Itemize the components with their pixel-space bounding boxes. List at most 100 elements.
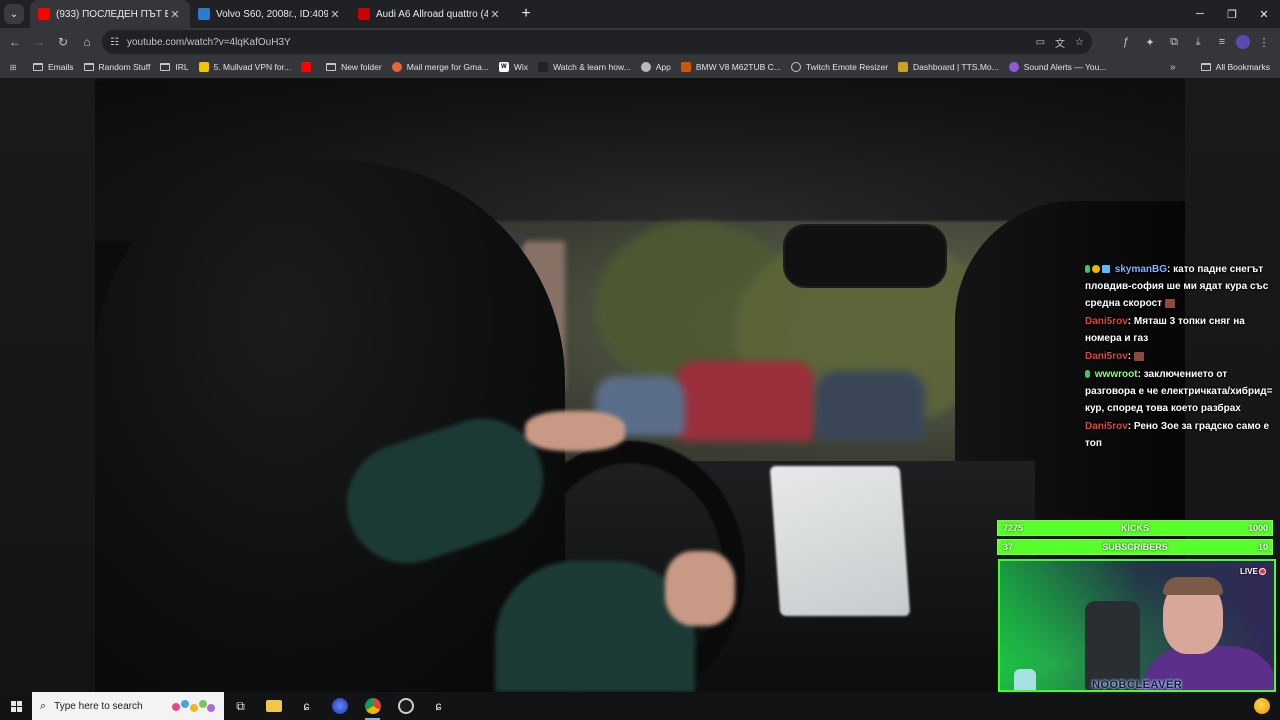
tab-title: (933) ПОСЛЕДЕН ПЪТ В TE — [56, 8, 168, 20]
restore-button[interactable]: ❐ — [1216, 0, 1248, 28]
minimize-button[interactable]: ─ — [1184, 0, 1216, 28]
goal-label: KICKS — [1120, 523, 1149, 533]
bookmark-item[interactable]: Twitch Emote Resizer — [786, 56, 893, 78]
tts-icon — [898, 62, 909, 72]
taskbar-search-placeholder: Type here to search — [54, 700, 143, 712]
webcam-overlay: LIVE NOOBCLEAVER — [998, 559, 1276, 692]
puzzle-icon[interactable]: ⧉ — [1164, 36, 1184, 49]
omnibox-actions: ▭ 文 ☆ — [1036, 30, 1084, 54]
taskbar-search-box[interactable]: ⌕ Type here to search — [32, 692, 224, 720]
taskbar-app-button[interactable]: ɕ — [290, 692, 323, 720]
download-icon[interactable]: ⤓ — [1188, 36, 1208, 49]
chat-username: wwwroot — [1094, 369, 1138, 380]
water-bottle — [1014, 669, 1036, 690]
chrome-icon — [364, 698, 381, 714]
live-indicator: LIVE — [1240, 567, 1266, 576]
close-icon[interactable]: ✕ — [328, 8, 342, 21]
streamer-nametag: NOOBCLEAVER — [1092, 679, 1183, 691]
center-touchscreen — [769, 466, 911, 616]
folder-icon — [265, 700, 282, 712]
back-button[interactable]: ← — [3, 30, 27, 54]
bookmark-item[interactable]: App — [636, 56, 676, 78]
close-window-button[interactable]: ✕ — [1248, 0, 1280, 28]
task-view-button[interactable]: ⧉ — [224, 692, 257, 720]
close-icon[interactable]: ✕ — [168, 8, 182, 21]
soundalerts-icon — [1008, 62, 1019, 72]
reading-list-icon[interactable]: ≡ — [1212, 36, 1232, 48]
chat-username: Dani5rov — [1085, 351, 1128, 362]
new-tab-button[interactable]: + — [514, 5, 538, 23]
bookmark-item[interactable] — [296, 56, 321, 78]
cast-icon[interactable]: ▭ — [1036, 37, 1045, 48]
bookmarks-overflow-button[interactable]: » — [1170, 56, 1176, 78]
home-button[interactable]: ⌂ — [75, 30, 99, 54]
apps-button[interactable]: ⊞ — [0, 56, 28, 78]
forward-button[interactable]: → — [27, 30, 51, 54]
profile-avatar[interactable] — [1236, 35, 1250, 49]
bookmark-item[interactable]: Mail merge for Gma... — [387, 56, 494, 78]
screen: ⌄ (933) ПОСЛЕДЕН ПЪТ В TE ✕ Volvo S60, 2… — [0, 0, 1280, 720]
globe-icon — [790, 62, 801, 72]
taskbar-app-button[interactable] — [389, 692, 422, 720]
menu-icon[interactable]: ⋮ — [1254, 36, 1274, 49]
chevron-double-right-icon: » — [1170, 61, 1176, 73]
translate-icon[interactable]: 文 — [1055, 35, 1065, 50]
tab-title: Audi A6 Allroad quattro (4G, C — [376, 8, 488, 20]
chat-text: : като падне снегът пловдив-софия ше ми … — [1085, 264, 1269, 309]
wix-icon: W — [498, 62, 509, 72]
driver-hand — [665, 551, 735, 626]
chat-message: Dani5rov: Мяташ 3 топки сняг на номера и… — [1085, 313, 1275, 347]
reload-icon: ↻ — [57, 35, 69, 49]
address-bar[interactable]: ☷ youtube.com/watch?v=4lqKafOuH3Y ▭ 文 ☆ — [102, 30, 1092, 54]
chat-message: Dani5rov: Рено Зое за градско само е топ — [1085, 418, 1275, 452]
taskbar-app-button[interactable]: ɕ — [422, 692, 455, 720]
chevron-down-icon: ⌄ — [9, 8, 19, 20]
arrow-right-icon: → — [33, 35, 45, 49]
chat-message: Dani5rov: — [1085, 348, 1275, 365]
chat-username: skymanBG — [1114, 264, 1168, 275]
goal-target: 10 — [1257, 542, 1268, 552]
file-explorer-button[interactable] — [257, 692, 290, 720]
tab-youtube[interactable]: (933) ПОСЛЕДЕН ПЪТ В TE ✕ — [30, 0, 190, 28]
bookmark-item[interactable]: Random Stuff — [79, 56, 156, 78]
bookmark-item[interactable]: Sound Alerts — You... — [1004, 56, 1112, 78]
bookmark-item[interactable]: IRL — [155, 56, 193, 78]
weather-icon[interactable] — [1254, 698, 1270, 714]
home-icon: ⌂ — [83, 35, 91, 49]
bookmark-item[interactable]: BMW V8 M62TUB C... — [676, 56, 786, 78]
start-button[interactable] — [0, 692, 32, 720]
tab-volvo[interactable]: Volvo S60, 2008г., ID:40997319 ✕ — [190, 0, 350, 28]
system-tray — [1254, 692, 1280, 720]
page-content: skymanBG: като падне снегът пловдив-софи… — [0, 78, 1280, 692]
app-g-icon: ɕ — [303, 699, 310, 713]
bookmark-item[interactable]: 5. Mullvad VPN for... — [194, 56, 296, 78]
emote-icon — [1133, 351, 1144, 361]
tab-search-button[interactable]: ⌄ — [4, 4, 24, 24]
bookmark-item[interactable]: Dashboard | TTS.Mo... — [893, 56, 1004, 78]
blurred-parked-car — [675, 361, 815, 441]
folder-icon — [83, 63, 94, 71]
close-icon[interactable]: ✕ — [488, 8, 502, 21]
star-icon[interactable]: ☆ — [1075, 37, 1084, 48]
folder-icon — [33, 63, 43, 71]
browser-toolbar: ← → ↻ ⌂ ☷ youtube.com/watch?v=4lqKafOuH3… — [0, 28, 1280, 56]
chat-username: Dani5rov — [1085, 316, 1128, 327]
chrome-button[interactable] — [356, 692, 389, 720]
extension-fx-icon[interactable]: ƒ — [1116, 36, 1136, 48]
app-g-icon: ɕ — [435, 699, 442, 713]
reload-button[interactable]: ↻ — [51, 30, 75, 54]
folder-icon — [160, 63, 171, 71]
tab-audi[interactable]: Audi A6 Allroad quattro (4G, C ✕ — [350, 0, 510, 28]
bookmark-item[interactable]: W Wix — [494, 56, 533, 78]
site-info-icon[interactable]: ☷ — [110, 37, 119, 48]
search-highlight-doodle-icon — [172, 700, 215, 712]
bookmark-item[interactable]: New folder — [321, 56, 387, 78]
blurred-parked-car — [815, 371, 925, 441]
taskbar-app-button[interactable] — [323, 692, 356, 720]
extension-icon[interactable]: ✦ — [1140, 36, 1160, 49]
windows-logo-icon — [10, 700, 22, 712]
bookmark-item[interactable]: Watch & learn how... — [533, 56, 636, 78]
tab-strip: ⌄ (933) ПОСЛЕДЕН ПЪТ В TE ✕ Volvo S60, 2… — [0, 0, 1280, 28]
bookmark-item[interactable]: Emails — [28, 56, 79, 78]
all-bookmarks-button[interactable]: All Bookmarks — [1200, 56, 1270, 78]
